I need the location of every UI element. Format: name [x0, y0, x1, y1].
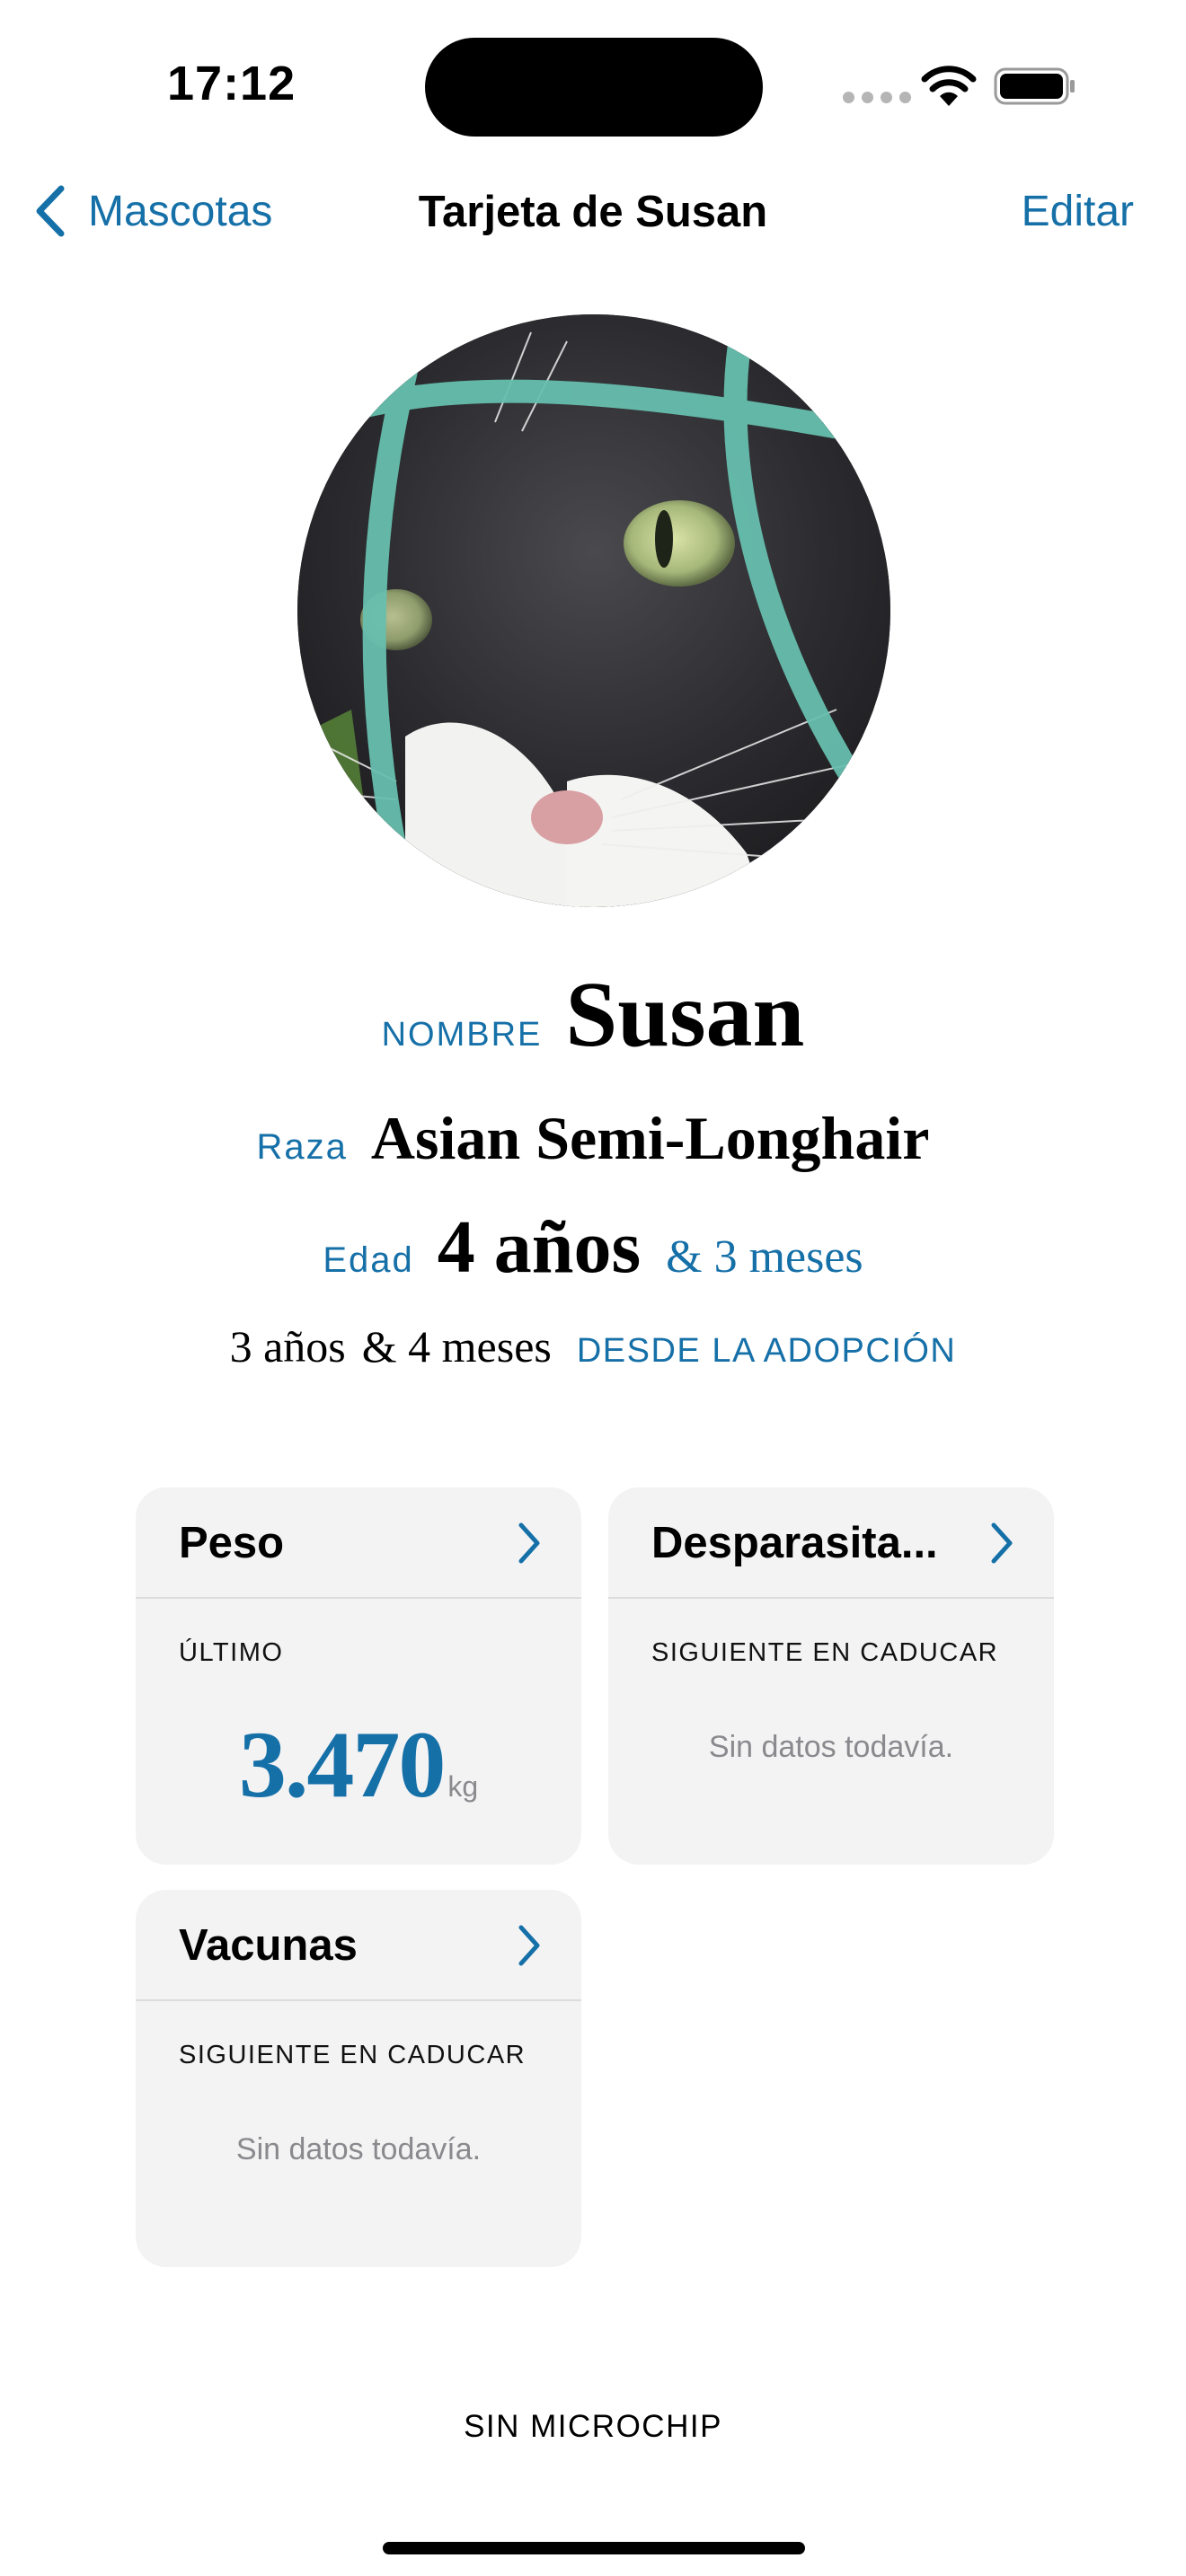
name-label: NOMBRE [381, 1016, 543, 1054]
adoption-label: DESDE LA ADOPCIÓN [576, 1332, 957, 1370]
chevron-right-icon [991, 1522, 1013, 1564]
adoption-years: 3 años [229, 1321, 346, 1372]
deworming-card[interactable]: Desparasita... SIGUIENTE EN CADUCAR Sin … [608, 1487, 1054, 1865]
chevron-right-icon [518, 1522, 540, 1564]
edit-button[interactable]: Editar [1022, 187, 1134, 236]
pet-age-row: Edad 4 años & 3 meses [0, 1204, 1186, 1291]
empty-state-text: Sin datos todavía. [708, 1730, 954, 1764]
weight-value: 3.470 kg [136, 1710, 581, 1820]
card-title: Desparasita... [651, 1519, 938, 1567]
pet-name: Susan [565, 963, 805, 1066]
breed-label: Raza [256, 1127, 348, 1167]
weight-number: 3.470 [238, 1712, 446, 1817]
pet-age-months: & 3 meses [666, 1231, 863, 1283]
chevron-right-icon [518, 1925, 540, 1966]
card-header: Desparasita... [608, 1487, 1054, 1599]
card-subtitle: SIGUIENTE EN CADUCAR [651, 1638, 999, 1667]
status-time: 17:12 [167, 57, 296, 110]
age-label: Edad [323, 1240, 414, 1280]
home-indicator[interactable] [383, 2542, 805, 2554]
card-subtitle: ÚLTIMO [179, 1638, 284, 1667]
pet-breed-row: Raza Asian Semi-Longhair [0, 1103, 1186, 1174]
weight-card[interactable]: Peso ÚLTIMO 3.470 kg [136, 1487, 581, 1865]
card-title: Vacunas [179, 1921, 358, 1970]
adoption-row: 3 años & 4 meses DESDE LA ADOPCIÓN [0, 1320, 1186, 1372]
pet-name-row: NOMBRE Susan [0, 961, 1186, 1068]
dynamic-island [425, 38, 763, 137]
microchip-status: SIN MICROCHIP [464, 2409, 722, 2444]
card-header: Peso [136, 1487, 581, 1599]
vaccines-card[interactable]: Vacunas SIGUIENTE EN CADUCAR Sin datos t… [136, 1890, 581, 2267]
card-header: Vacunas [136, 1890, 581, 2001]
adoption-months: & 4 meses [361, 1321, 552, 1372]
pet-breed: Asian Semi-Longhair [370, 1104, 930, 1172]
page-title: Tarjeta de Susan [418, 188, 768, 236]
battery-icon [994, 67, 1075, 105]
navigation-bar: Mascotas Tarjeta de Susan Editar [0, 171, 1186, 251]
pet-age: 4 años [437, 1205, 642, 1289]
wifi-icon [921, 66, 977, 106]
status-bar: 17:12 [0, 0, 1186, 171]
card-title: Peso [179, 1519, 285, 1567]
card-subtitle: SIGUIENTE EN CADUCAR [179, 2041, 527, 2069]
pet-photo [297, 314, 890, 907]
pet-card-screen: 17:12 Mascotas Tarjeta de Susan Editar N… [0, 0, 1186, 2576]
pet-avatar[interactable] [297, 314, 890, 907]
signal-dots-icon [843, 92, 911, 103]
empty-state-text: Sin datos todavía. [235, 2132, 482, 2166]
weight-unit: kg [447, 1770, 479, 1803]
